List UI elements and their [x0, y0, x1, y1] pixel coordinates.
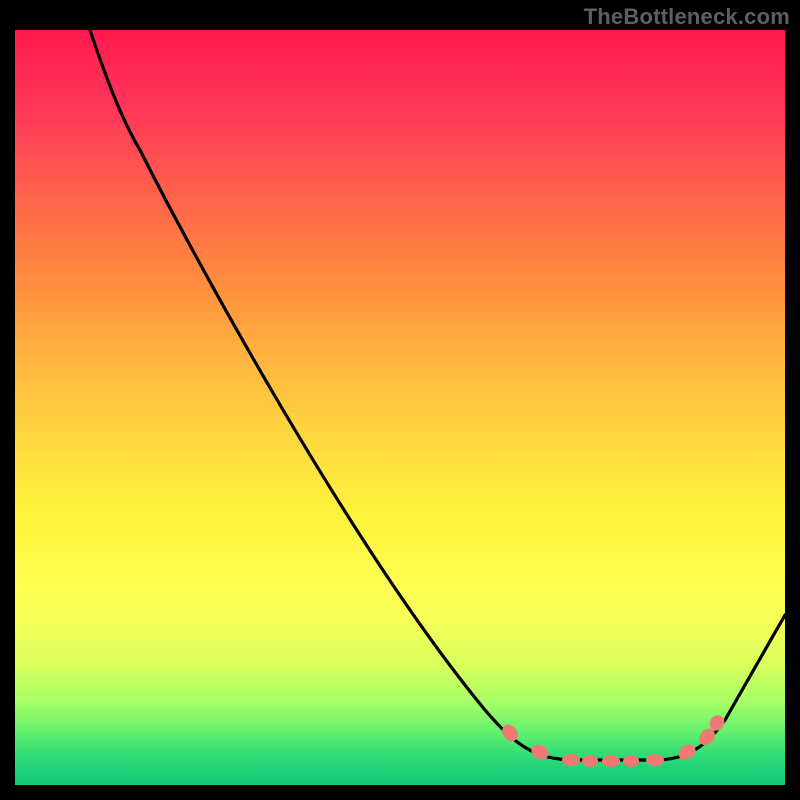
chart-frame: TheBottleneck.com: [0, 0, 800, 800]
watermark-text: TheBottleneck.com: [584, 4, 790, 30]
bottleneck-curve: [15, 30, 785, 785]
marker-group: [499, 712, 727, 767]
plot-area: [15, 30, 785, 785]
curve-path: [90, 30, 785, 760]
